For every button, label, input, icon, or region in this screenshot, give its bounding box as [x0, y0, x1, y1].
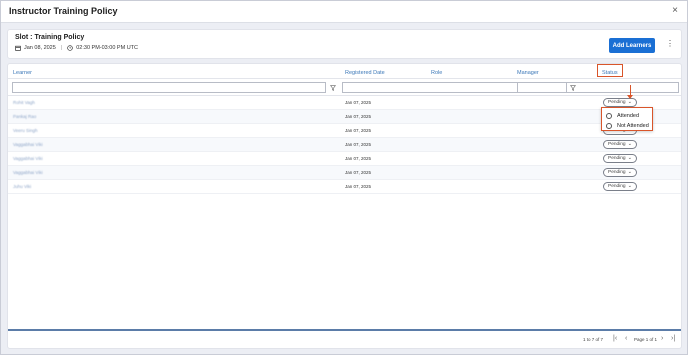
- status-value: Pending: [608, 184, 626, 189]
- row-count: 1 to 7 of 7: [583, 337, 604, 342]
- last-page-icon[interactable]: ›|: [671, 335, 675, 342]
- chevron-down-icon: ⌄: [627, 99, 632, 105]
- option-label: Attended: [617, 112, 640, 119]
- pagination-bar: 1 to 7 of 7 |‹ ‹ Page 1 of 1 › ›|: [8, 331, 681, 348]
- registered-date: Jan 07, 2025: [345, 100, 372, 105]
- status-select[interactable]: Pending⌄: [603, 168, 637, 177]
- registered-date: Jan 07, 2025: [345, 170, 372, 175]
- status-header-highlight: [597, 64, 623, 77]
- learner-name[interactable]: Vaggabhai Viki: [13, 142, 43, 147]
- radio-icon[interactable]: [606, 122, 612, 129]
- clock-icon: [67, 45, 73, 51]
- slot-card: Slot : Training Policy Jan 08, 2025 | 02…: [7, 29, 682, 59]
- learners-table: Learner Registered Date Role Manager Sta…: [7, 63, 682, 349]
- column-header-learner[interactable]: Learner: [13, 70, 32, 76]
- first-page-icon[interactable]: |‹: [613, 335, 617, 342]
- status-dropdown-menu: Attended Not Attended: [601, 107, 653, 131]
- divider: |: [60, 45, 63, 51]
- registered-date: Jan 07, 2025: [345, 156, 372, 161]
- registered-date: Jan 07, 2025: [345, 114, 372, 119]
- option-not-attended[interactable]: Not Attended: [606, 121, 649, 130]
- column-header-role[interactable]: Role: [431, 70, 442, 76]
- option-attended[interactable]: Attended: [606, 111, 639, 120]
- table-row[interactable]: Rohit Vagh Jan 07, 2025 Pending ⌄: [8, 96, 681, 110]
- slot-time: 02:30 PM-03:00 PM UTC: [76, 45, 138, 51]
- registered-date: Jan 07, 2025: [345, 128, 372, 133]
- table-row[interactable]: Vaggabhai Viki Jan 07, 2025 Pending ⌄: [8, 152, 681, 166]
- status-value: Pending: [608, 100, 626, 105]
- modal-header: Instructor Training Policy ×: [1, 1, 687, 23]
- table-row[interactable]: Juhu Viki Jan 07, 2025 Pending ⌄: [8, 180, 681, 194]
- learner-name[interactable]: Vaggabhai Viki: [13, 170, 43, 175]
- filter-icon[interactable]: [570, 85, 576, 91]
- next-page-icon[interactable]: ›: [661, 335, 663, 342]
- slot-meta: Jan 08, 2025 | 02:30 PM-03:00 PM UTC: [15, 45, 138, 51]
- column-header-manager[interactable]: Manager: [517, 70, 539, 76]
- table-row[interactable]: Vaggabhai Viki Jan 07, 2025 Pending ⌄: [8, 166, 681, 180]
- annotation-arrow-head: [627, 95, 633, 99]
- registered-date: Jan 07, 2025: [345, 184, 372, 189]
- learner-name[interactable]: Vaggabhai Viki: [13, 156, 43, 161]
- learner-name[interactable]: Veeru Singh: [13, 128, 38, 133]
- status-select[interactable]: Pending⌄: [603, 182, 637, 191]
- chevron-down-icon: ⌄: [627, 155, 632, 161]
- learner-filter-input[interactable]: [12, 82, 326, 93]
- chevron-down-icon: ⌄: [627, 141, 632, 147]
- filter-icon[interactable]: [330, 85, 336, 91]
- prev-page-icon[interactable]: ‹: [625, 335, 627, 342]
- manager-filter-input[interactable]: [517, 82, 567, 93]
- modal-title: Instructor Training Policy: [9, 6, 118, 16]
- learner-name[interactable]: Juhu Viki: [13, 184, 31, 189]
- status-value: Pending: [608, 156, 626, 161]
- slot-date: Jan 08, 2025: [24, 45, 56, 51]
- divider: [8, 78, 681, 79]
- more-options-icon[interactable]: ⋮: [666, 39, 674, 48]
- date-filter-input[interactable]: [342, 82, 679, 93]
- status-value: Pending: [608, 142, 626, 147]
- learner-name[interactable]: Pankaj Rao: [13, 114, 36, 119]
- registered-date: Jan 07, 2025: [345, 142, 372, 147]
- page-info: Page 1 of 1: [634, 337, 658, 342]
- table-row[interactable]: Veeru Singh Jan 07, 2025 Pending⌄: [8, 124, 681, 138]
- slot-title: Slot : Training Policy: [15, 34, 85, 41]
- learner-name[interactable]: Rohit Vagh: [13, 100, 35, 105]
- add-learners-button[interactable]: Add Learners: [609, 38, 655, 53]
- table-row[interactable]: Vaggabhai Viki Jan 07, 2025 Pending ⌄: [8, 138, 681, 152]
- table-row[interactable]: Pankaj Rao Jan 07, 2025 Pending⌄: [8, 110, 681, 124]
- modal-window: Instructor Training Policy × Slot : Trai…: [0, 0, 688, 355]
- column-header-registered-date[interactable]: Registered Date: [345, 70, 385, 76]
- chevron-down-icon: ⌄: [627, 183, 632, 189]
- status-value: Pending: [608, 170, 626, 175]
- option-label: Not Attended: [617, 122, 649, 129]
- close-icon[interactable]: ×: [672, 5, 678, 16]
- chevron-down-icon: ⌄: [627, 169, 632, 175]
- status-select[interactable]: Pending⌄: [603, 140, 637, 149]
- status-select[interactable]: Pending⌄: [603, 154, 637, 163]
- calendar-icon: [15, 45, 21, 51]
- radio-icon[interactable]: [606, 112, 612, 119]
- status-select[interactable]: Pending⌄: [603, 98, 637, 107]
